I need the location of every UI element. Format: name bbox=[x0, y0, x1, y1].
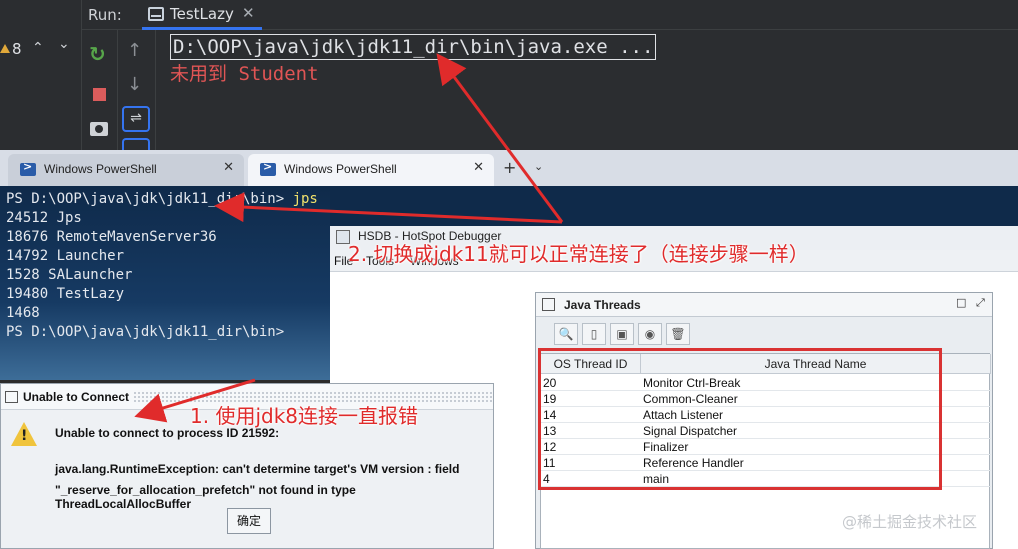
console-toolbar: ↑ ↓ ⇌ bbox=[118, 30, 156, 150]
cell-thread-id: 19 bbox=[543, 392, 557, 406]
trash-icon[interactable]: 🗑 bbox=[666, 323, 690, 345]
column-header-os-thread-id[interactable]: OS Thread ID bbox=[541, 354, 641, 374]
ide-left-strip: 8 ⌃ ⌄ bbox=[0, 0, 82, 150]
rerun-icon[interactable]: ↻ bbox=[89, 42, 111, 66]
console-icon bbox=[148, 7, 164, 21]
java-threads-title: Java Threads bbox=[564, 298, 641, 312]
close-icon[interactable]: ✕ bbox=[242, 4, 255, 22]
maximize-icon[interactable]: □ bbox=[956, 296, 966, 309]
run-tab-label: TestLazy bbox=[170, 5, 234, 23]
powershell-icon bbox=[20, 160, 36, 176]
console-output: D:\OOP\java\jdk\jdk11_dir\bin\java.exe .… bbox=[170, 34, 657, 86]
powershell-tab-bar: Windows PowerShell ✕ Windows PowerShell … bbox=[0, 150, 1018, 186]
cell-thread-id: 4 bbox=[543, 472, 550, 486]
column-header-java-thread-name[interactable]: Java Thread Name bbox=[641, 354, 991, 374]
cell-thread-id: 12 bbox=[543, 440, 557, 454]
ps-line: 18676 RemoteMavenServer36 bbox=[6, 229, 217, 245]
soft-wrap-icon[interactable]: ⇌ bbox=[122, 106, 150, 132]
console-program-output: 未用到 Student bbox=[170, 63, 319, 85]
warning-count: 8 bbox=[12, 40, 22, 58]
find-crashes-icon[interactable]: ◉ bbox=[638, 323, 662, 345]
table-row[interactable]: 14 Attach Listener bbox=[541, 407, 991, 423]
inspect-icon[interactable]: 🔍 bbox=[554, 323, 578, 345]
arrow-down-icon[interactable]: ↓ bbox=[127, 74, 149, 96]
ps-prompt: PS D:\OOP\java\jdk\jdk11_dir\bin> bbox=[6, 191, 293, 207]
stop-icon[interactable] bbox=[93, 88, 106, 101]
scroll-to-end-icon[interactable] bbox=[122, 138, 150, 150]
chevron-up-icon[interactable]: ⌃ bbox=[32, 40, 44, 56]
java-threads-toolbar: 🔍 ▯ ▣ ◉ 🗑 bbox=[540, 321, 700, 347]
annotation-note-2: 2. 切换成jdk11就可以正常连接了（连接步骤一样） bbox=[348, 242, 809, 266]
dialog-title: Unable to Connect bbox=[23, 390, 130, 404]
powershell-tab-1[interactable]: Windows PowerShell ✕ bbox=[8, 154, 244, 186]
cell-thread-name: Signal Dispatcher bbox=[643, 424, 738, 438]
ps-line: PS D:\OOP\java\jdk\jdk11_dir\bin> bbox=[6, 324, 285, 340]
dialog-message-line3: "_reserve_for_allocation_prefetch" not f… bbox=[55, 483, 356, 511]
ps-command: jps bbox=[292, 191, 318, 207]
cell-thread-name: main bbox=[643, 472, 670, 486]
chevron-down-icon[interactable]: ⌄ bbox=[58, 36, 70, 52]
ps-line: 19480 TestLazy bbox=[6, 286, 125, 302]
powershell-tab-2[interactable]: Windows PowerShell ✕ bbox=[248, 154, 494, 186]
cell-thread-name: Attach Listener bbox=[643, 408, 724, 422]
ide-run-panel: 8 ⌃ ⌄ Run: TestLazy ✕ ↻ ↑ ↓ ⇌ D:\OOP\jav… bbox=[0, 0, 1018, 150]
dialog-message-line2: java.lang.RuntimeException: can't determ… bbox=[55, 462, 460, 476]
cell-thread-id: 14 bbox=[543, 408, 557, 422]
table-row[interactable]: 20 Monitor Ctrl-Break bbox=[541, 375, 991, 391]
console-command-line[interactable]: D:\OOP\java\jdk\jdk11_dir\bin\java.exe .… bbox=[170, 34, 657, 60]
powershell-output: PS D:\OOP\java\jdk\jdk11_dir\bin> jps 24… bbox=[6, 190, 318, 342]
camera-icon[interactable] bbox=[90, 122, 108, 136]
window-icon bbox=[5, 391, 18, 403]
warning-icon: ! bbox=[11, 422, 37, 446]
table-row[interactable]: 12 Finalizer bbox=[541, 439, 991, 455]
powershell-terminal-bg bbox=[330, 186, 1018, 226]
cell-thread-name: Finalizer bbox=[643, 440, 689, 454]
ps-line: 1468 bbox=[6, 305, 40, 321]
close-icon[interactable]: ✕ bbox=[473, 160, 484, 175]
ps-line: 1528 SALauncher bbox=[6, 267, 133, 283]
cell-thread-id: 11 bbox=[543, 456, 556, 470]
ps-line: 14792 Launcher bbox=[6, 248, 125, 264]
cell-thread-name: Monitor Ctrl-Break bbox=[643, 376, 741, 390]
table-row[interactable]: 11 Reference Handler bbox=[541, 455, 991, 471]
chevron-down-icon[interactable]: ⌄ bbox=[534, 160, 543, 173]
cell-thread-id: 13 bbox=[543, 424, 557, 438]
cell-thread-id: 20 bbox=[543, 376, 557, 390]
arrow-up-icon[interactable]: ↑ bbox=[127, 40, 149, 62]
run-bar: Run: TestLazy ✕ bbox=[82, 0, 1018, 30]
window-icon bbox=[542, 298, 555, 311]
stack-icon[interactable]: ▯ bbox=[582, 323, 606, 345]
expand-icon[interactable]: ⤢ bbox=[976, 296, 985, 310]
cell-thread-name: Reference Handler bbox=[643, 456, 744, 470]
annotation-note-1: 1. 使用jdk8连接一直报错 bbox=[190, 404, 418, 428]
run-label: Run: bbox=[88, 6, 122, 24]
ps-command-line: PS D:\OOP\java\jdk\jdk11_dir\bin> jps bbox=[6, 190, 318, 209]
java-threads-title-bar: Java Threads □ ⤢ bbox=[536, 293, 992, 317]
ps-line: 24512 Jps bbox=[6, 210, 82, 226]
new-tab-button[interactable]: + bbox=[503, 158, 516, 177]
close-icon[interactable]: ✕ bbox=[223, 160, 234, 175]
warning-counter[interactable]: 8 bbox=[0, 40, 22, 58]
ok-button[interactable]: 确定 bbox=[227, 508, 271, 534]
info-icon[interactable]: ▣ bbox=[610, 323, 634, 345]
watermark: @稀土掘金技术社区 bbox=[842, 513, 978, 531]
cell-thread-name: Common-Cleaner bbox=[643, 392, 738, 406]
table-row[interactable]: 13 Signal Dispatcher bbox=[541, 423, 991, 439]
powershell-tab-label: Windows PowerShell bbox=[44, 162, 157, 176]
warning-icon bbox=[0, 44, 10, 53]
table-row[interactable]: 4 main bbox=[541, 471, 991, 487]
powershell-tab-label: Windows PowerShell bbox=[284, 162, 397, 176]
run-tab-testlazy[interactable]: TestLazy ✕ bbox=[142, 0, 262, 30]
powershell-icon bbox=[260, 160, 276, 176]
run-toolbar: ↻ bbox=[82, 30, 118, 150]
table-row[interactable]: 19 Common-Cleaner bbox=[541, 391, 991, 407]
